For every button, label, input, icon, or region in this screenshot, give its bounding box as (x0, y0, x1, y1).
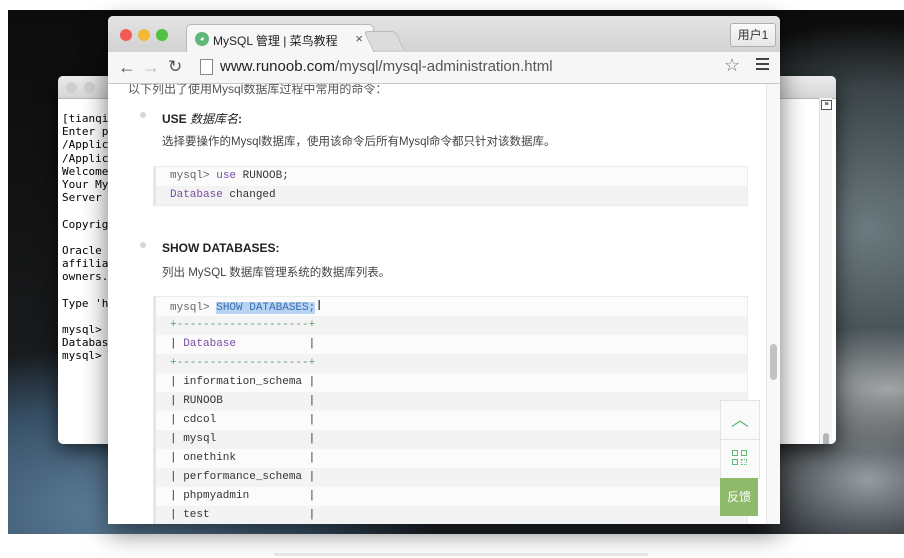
close-window-button[interactable] (120, 29, 132, 41)
selected-command-text[interactable]: SHOW DATABASES; (216, 302, 316, 314)
database-row: | test | (156, 506, 747, 524)
bookmark-star-icon[interactable]: ☆ (724, 55, 740, 76)
feedback-button[interactable]: 反馈 (720, 478, 758, 516)
browser-toolbar: ← → ↻ www.runoob.com/mysql/mysql-adminis… (108, 52, 780, 84)
terminal-scrollbar[interactable]: ≡ (819, 98, 832, 444)
code-block-use: mysql> use RUNOOB; Database changed (153, 166, 748, 206)
forward-arrow-icon[interactable]: → (142, 56, 160, 78)
terminal-menu-icon[interactable]: ≡ (821, 100, 832, 110)
page-content: 以下列出了使用Mysql数据库过程中常用的命令： USE 数据库名: 选择要操作… (108, 84, 780, 524)
database-row: | performance_schema | (156, 468, 747, 487)
tab-strip: ◕ MySQL 管理 | 菜鸟教程 × 用户1 (108, 16, 780, 53)
database-row: | onethink | (170, 452, 316, 464)
page-scrollbar[interactable] (766, 84, 780, 524)
list-bullet (140, 112, 146, 118)
use-command-description: 选择要操作的Mysql数据库，使用该命令后所有Mysql命令都只针对该数据库。 (162, 136, 556, 148)
user-profile-button[interactable]: 用户1 (730, 23, 776, 47)
terminal-minimize-button[interactable] (84, 82, 95, 93)
url-text[interactable]: www.runoob.com/mysql/mysql-administratio… (220, 57, 553, 77)
database-row: | phpmyadmin | (170, 490, 316, 502)
menu-hamburger-icon[interactable] (756, 58, 769, 70)
text-cursor-icon: I (317, 299, 322, 314)
list-bullet (140, 242, 146, 248)
database-row: | RUNOOB | (156, 392, 747, 411)
qr-code-button[interactable] (720, 439, 760, 479)
database-rows: | information_schema | | RUNOOB | | cdcol … (156, 373, 747, 524)
code-block-show-databases: mysql> SHOW DATABASES; I +---------------… (153, 296, 748, 524)
intro-text: 以下列出了使用Mysql数据库过程中常用的命令： (128, 84, 388, 96)
code-line: mysql> use RUNOOB; (170, 170, 289, 182)
zoom-window-button[interactable] (156, 29, 168, 41)
page-icon (200, 59, 213, 75)
database-row: | mysql | (156, 430, 747, 449)
code-line: | Database | (170, 338, 316, 350)
code-line: +--------------------+ (156, 354, 747, 373)
back-arrow-icon[interactable]: ← (118, 56, 136, 78)
tab-title: MySQL 管理 | 菜鸟教程 (213, 34, 338, 48)
minimize-window-button[interactable] (138, 29, 150, 41)
use-command-heading: USE 数据库名: (162, 112, 243, 126)
bottom-progress-bar (274, 553, 648, 556)
code-line: +--------------------+ (156, 316, 747, 335)
back-to-top-button[interactable]: ︿ (720, 400, 760, 440)
qr-code-icon (732, 450, 748, 466)
tab-mysql-admin[interactable]: ◕ MySQL 管理 | 菜鸟教程 × (186, 24, 374, 53)
page-scroll-thumb[interactable] (770, 344, 777, 380)
code-line: Database changed (156, 186, 747, 205)
tab-close-icon[interactable]: × (355, 31, 363, 46)
show-databases-description: 列出 MySQL 数据库管理系统的数据库列表。 (162, 267, 391, 279)
browser-window: ◕ MySQL 管理 | 菜鸟教程 × 用户1 ← → ↻ www.runoob… (108, 16, 780, 524)
show-databases-heading: SHOW DATABASES: (162, 241, 280, 255)
reload-icon[interactable]: ↻ (168, 56, 182, 78)
terminal-scroll-thumb[interactable] (823, 433, 829, 444)
chevron-up-icon: ︿ (731, 410, 749, 430)
database-row: | cdcol | (170, 414, 316, 426)
database-row: | information_schema | (170, 376, 316, 388)
address-bar[interactable]: www.runoob.com/mysql/mysql-administratio… (194, 55, 750, 78)
runoob-favicon-icon: ◕ (195, 32, 209, 46)
terminal-close-button[interactable] (66, 82, 77, 93)
code-line: mysql> SHOW DATABASES; I (170, 299, 322, 314)
